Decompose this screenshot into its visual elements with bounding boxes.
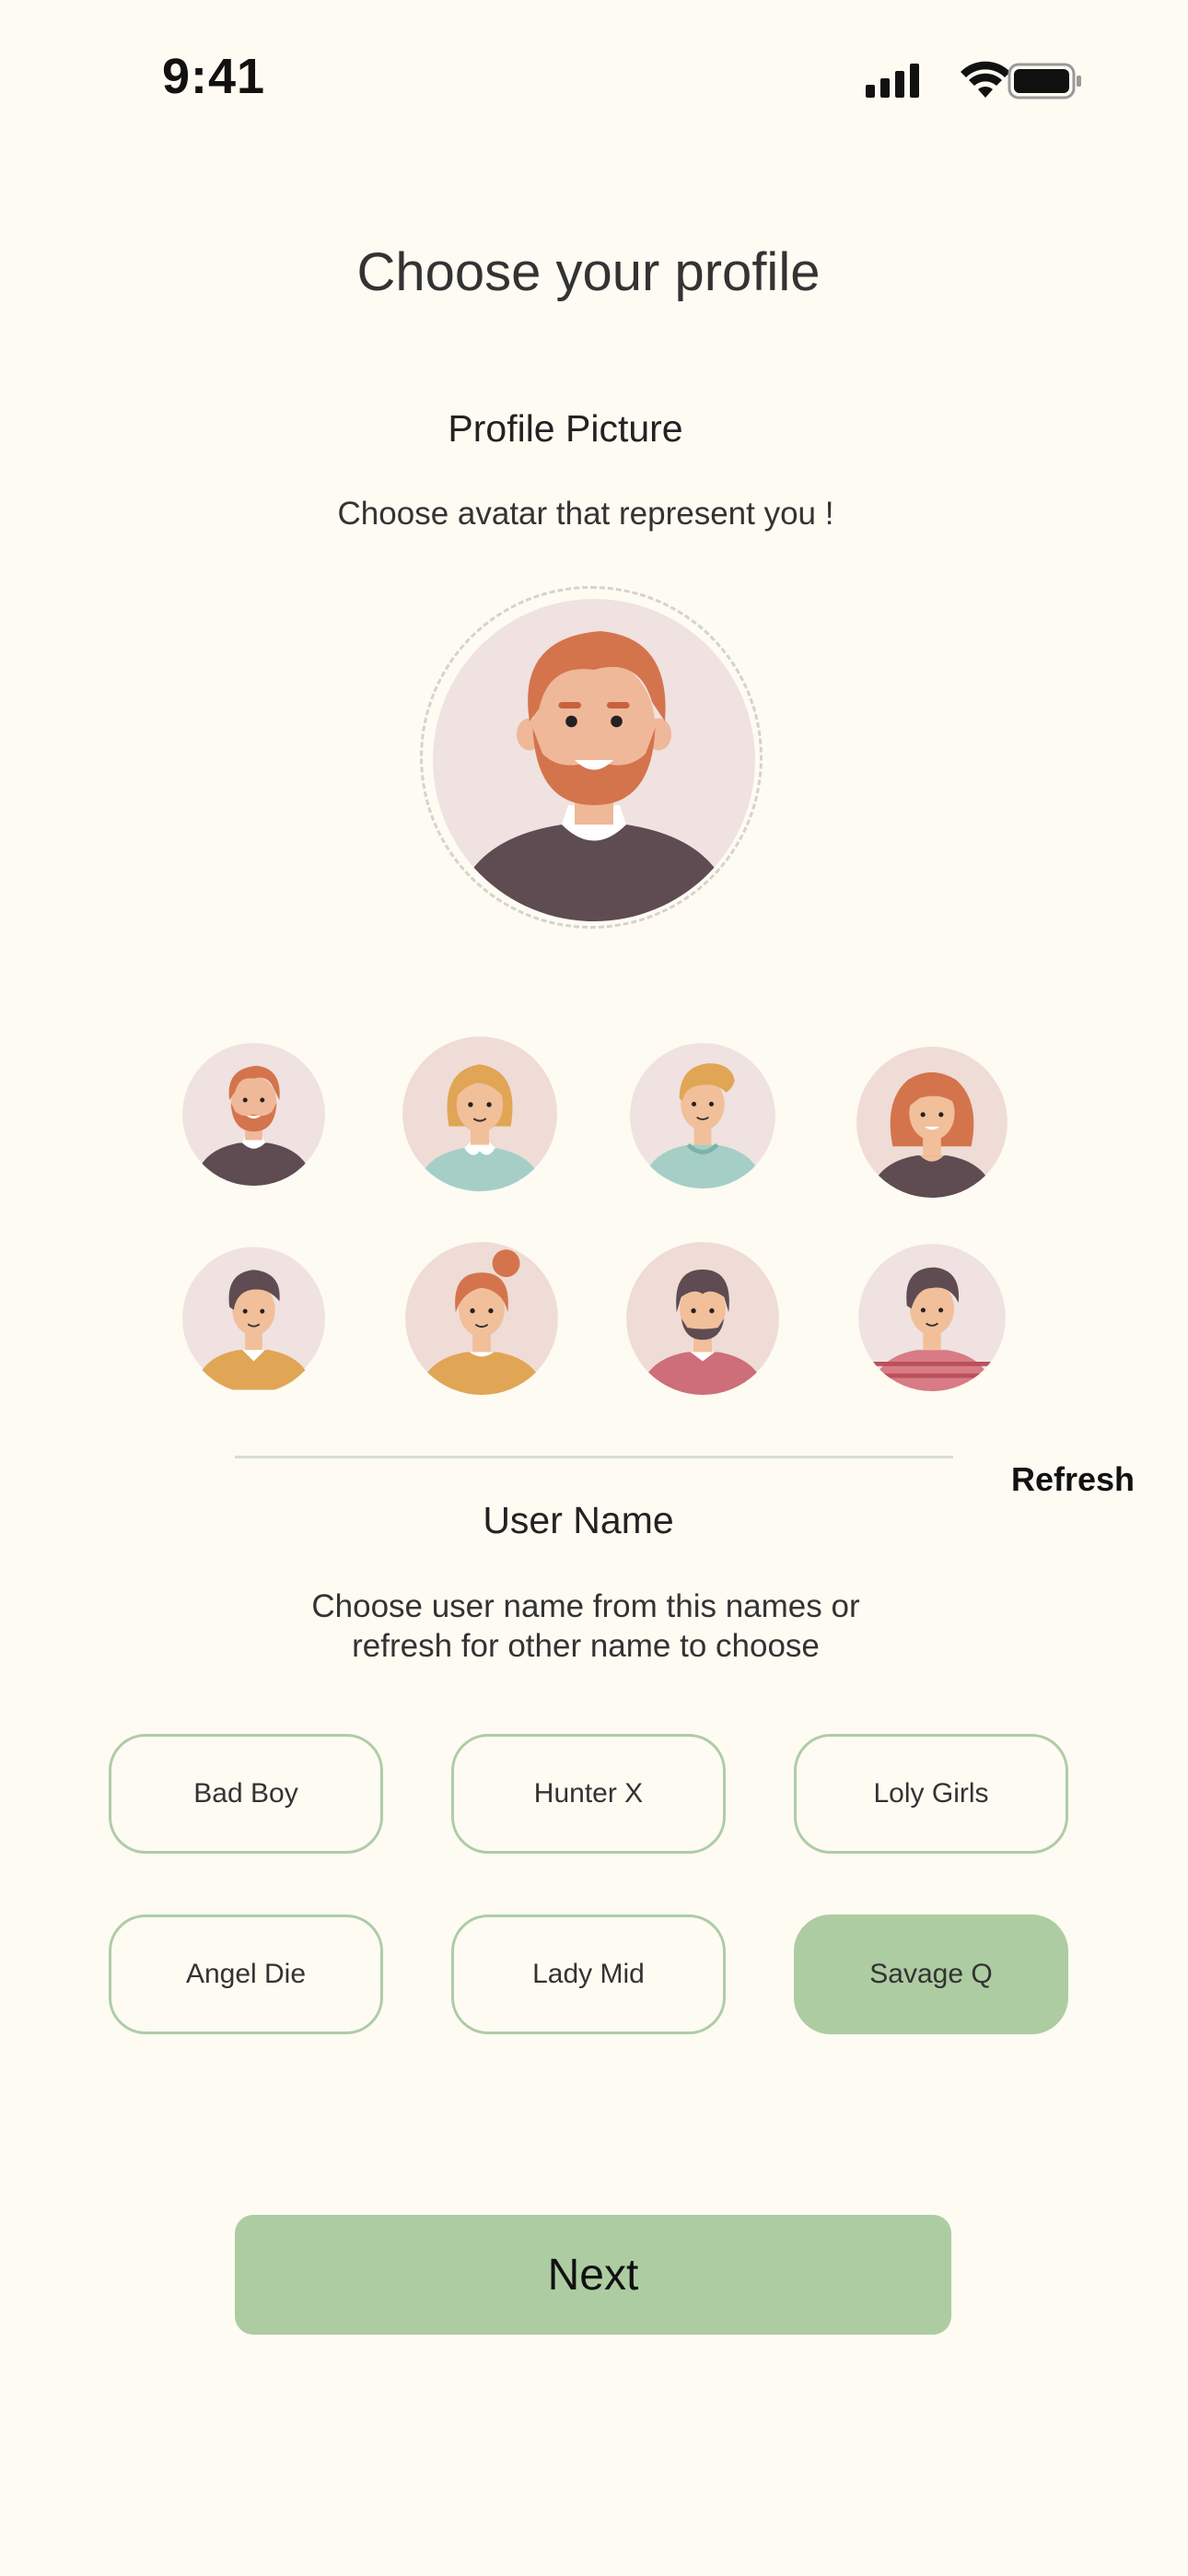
avatar-option-1[interactable] <box>182 1043 325 1186</box>
wifi-icon <box>961 61 1010 98</box>
status-time: 9:41 <box>162 49 266 104</box>
avatar-option-6[interactable] <box>405 1242 558 1395</box>
status-icons <box>862 61 1083 108</box>
next-button[interactable]: Next <box>235 2215 951 2335</box>
refresh-button[interactable]: Refresh <box>1011 1460 1135 1499</box>
user-name-subtitle-line-2: refresh for other name to choose <box>352 1628 820 1664</box>
avatar-option-8[interactable] <box>858 1244 1006 1391</box>
signal-icon <box>866 64 919 98</box>
user-name-title: User Name <box>483 1499 674 1541</box>
name-option-loly-girls[interactable]: Loly Girls <box>794 1734 1068 1854</box>
avatar-option-7[interactable] <box>626 1242 779 1395</box>
user-name-subtitle-line-1: Choose user name from this names or <box>311 1588 860 1624</box>
avatar-option-5[interactable] <box>182 1244 325 1393</box>
avatar-option-2[interactable] <box>402 1036 557 1191</box>
selected-avatar[interactable] <box>433 599 755 921</box>
user-name-subtitle: Choose user name from this names or refr… <box>217 1587 954 1666</box>
profile-picture-title: Profile Picture <box>448 407 683 450</box>
battery-icon <box>1007 63 1081 100</box>
name-option-savage-q[interactable]: Savage Q <box>794 1914 1068 2034</box>
avatar-option-3[interactable] <box>630 1043 775 1188</box>
section-divider <box>235 1456 953 1458</box>
name-option-lady-mid[interactable]: Lady Mid <box>451 1914 726 2034</box>
profile-picture-subtitle: Choose avatar that represent you ! <box>337 496 834 532</box>
page-title: Choose your profile <box>356 242 821 302</box>
name-option-angel-die[interactable]: Angel Die <box>109 1914 383 2034</box>
avatar-option-4[interactable] <box>856 1047 1007 1198</box>
name-option-hunter-x[interactable]: Hunter X <box>451 1734 726 1854</box>
name-option-bad-boy[interactable]: Bad Boy <box>109 1734 383 1854</box>
